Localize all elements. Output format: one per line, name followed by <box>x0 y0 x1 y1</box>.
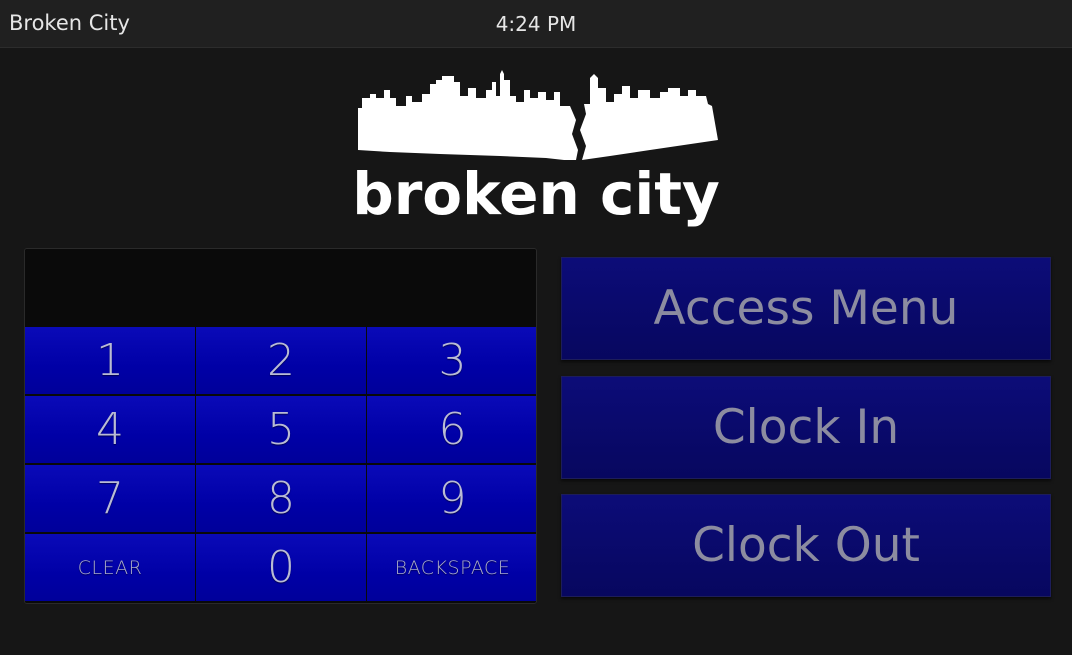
logo-text: broken city <box>352 160 720 228</box>
logo-graphic: broken city <box>352 70 720 228</box>
keypad-grid: 1 2 3 4 5 6 7 8 9 CLEAR 0 BACKSPACE <box>25 327 536 603</box>
pin-display <box>25 249 536 327</box>
key-0[interactable]: 0 <box>196 534 366 601</box>
key-7[interactable]: 7 <box>25 465 195 532</box>
key-5[interactable]: 5 <box>196 396 366 463</box>
access-menu-button[interactable]: Access Menu <box>561 257 1051 360</box>
key-4[interactable]: 4 <box>25 396 195 463</box>
key-2[interactable]: 2 <box>196 327 366 394</box>
broken-city-logo: broken city <box>350 68 722 230</box>
clock-out-button[interactable]: Clock Out <box>561 494 1051 597</box>
pin-keypad: 1 2 3 4 5 6 7 8 9 CLEAR 0 BACKSPACE <box>24 248 537 604</box>
clear-button[interactable]: CLEAR <box>25 534 195 601</box>
clock-in-button[interactable]: Clock In <box>561 376 1051 479</box>
key-9[interactable]: 9 <box>367 465 536 532</box>
title-bar: Broken City 4:24 PM <box>0 0 1072 48</box>
backspace-button[interactable]: BACKSPACE <box>367 534 536 601</box>
clock-time: 4:24 PM <box>495 12 577 36</box>
key-1[interactable]: 1 <box>25 327 195 394</box>
key-8[interactable]: 8 <box>196 465 366 532</box>
key-3[interactable]: 3 <box>367 327 536 394</box>
key-6[interactable]: 6 <box>367 396 536 463</box>
